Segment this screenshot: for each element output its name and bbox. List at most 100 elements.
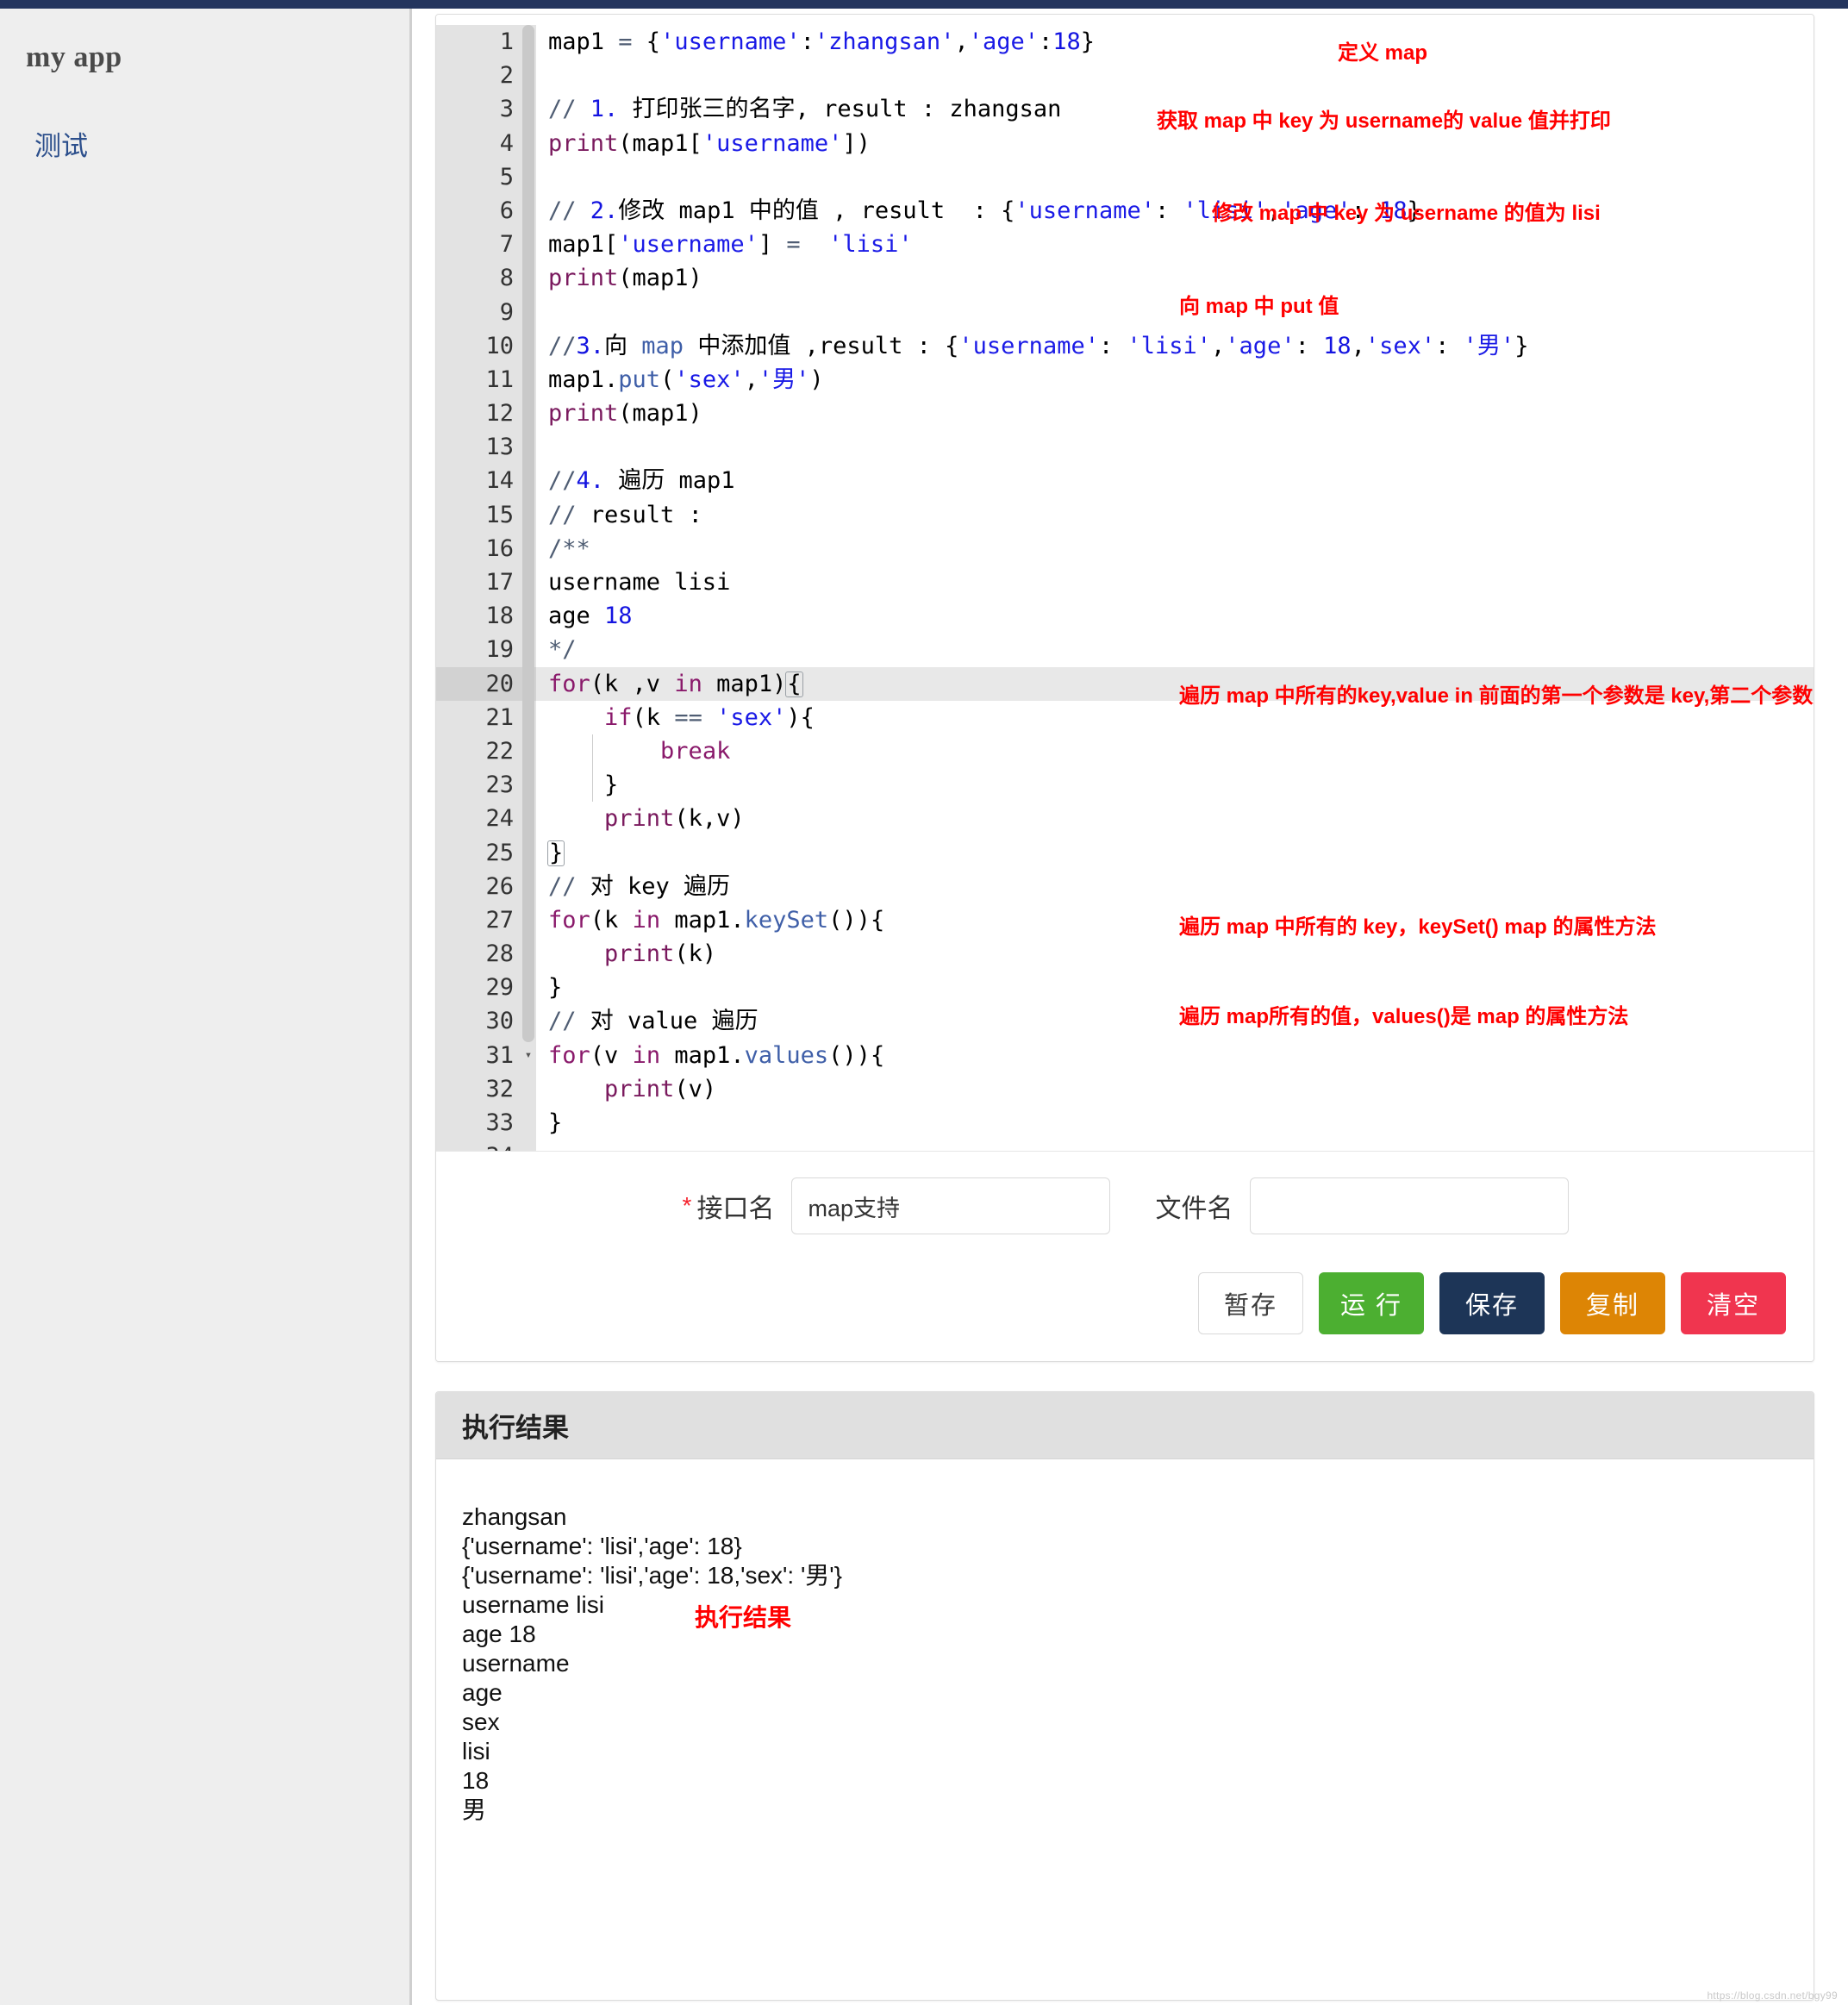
code-line[interactable]: 18 age 18 (436, 599, 1814, 634)
action-buttons: 暂存运 行保存 复制 清空 (1198, 1272, 1786, 1334)
line-number: 17 (436, 565, 521, 600)
run-button[interactable]: 运 行 (1319, 1272, 1424, 1334)
execution-result-card: 执行结果 zhangsan {'username': 'lisi','age':… (435, 1391, 1814, 2001)
code-text: } (548, 1109, 563, 1136)
line-number: 5 (436, 159, 521, 194)
code-line[interactable]: 17 username lisi (436, 565, 1814, 600)
code-line[interactable]: 26 // 对 key 遍历 (436, 869, 1814, 903)
code-line[interactable]: 16 /** (436, 531, 1814, 565)
line-number: 9 (436, 295, 521, 329)
file-name-label: 文件名 (1155, 1195, 1233, 1223)
code-text: for(k ,v in map1){ (548, 670, 803, 697)
code-line[interactable]: 20▾for(k ,v in map1){ (436, 666, 1814, 701)
line-number: 25 (436, 835, 521, 870)
code-line[interactable]: 33} (436, 1106, 1814, 1140)
save-button[interactable]: 保存 (1439, 1272, 1545, 1334)
line-number: 23 (436, 768, 521, 803)
code-editor-card: 1 map1 = {'username':'zhangsan','age':18}… (435, 14, 1814, 1362)
code-line[interactable]: 11 map1.put('sex','男') (436, 362, 1814, 397)
code-text: */ (548, 636, 577, 664)
sidebar-item-test[interactable]: 测试 (34, 124, 409, 163)
code-text: print(k,v) (604, 805, 745, 833)
indent-guide (592, 768, 593, 803)
line-number: 3 (436, 92, 521, 127)
form-field-row: * 接口名 文件名 (436, 1177, 1814, 1234)
code-text: for(v in map1.values()){ (548, 1041, 885, 1069)
line-number: 30 (436, 1004, 521, 1039)
line-number: 26 (436, 869, 521, 903)
top-accent-bar (0, 0, 1848, 9)
execution-result-output: zhangsan {'username': 'lisi','age': 18} … (462, 1503, 843, 1823)
api-name-input[interactable] (791, 1177, 1111, 1234)
code-text: for(k in map1.keySet()){ (548, 906, 885, 934)
clear-button[interactable]: 清空 (1681, 1272, 1786, 1334)
code-line[interactable]: 9 (436, 295, 1814, 329)
line-number: 20 (436, 666, 521, 701)
code-line[interactable]: 25} (436, 835, 1814, 870)
editor-scrollbar-thumb[interactable] (522, 25, 534, 1042)
line-number: 13 (436, 430, 521, 465)
line-number: 14 (436, 464, 521, 498)
code-text: if(k == 'sex'){ (604, 703, 815, 731)
code-text: //3.向 map 中添加值 ,result : {'username': 'l… (548, 332, 1529, 359)
code-text: // 对 key 遍历 (548, 872, 731, 900)
code-line[interactable]: 7 map1['username'] = 'lisi' (436, 228, 1814, 262)
code-text: // result : (548, 501, 702, 528)
line-number: 10 (436, 328, 521, 363)
code-line[interactable]: 8 print(map1) (436, 261, 1814, 296)
code-text: /** (548, 534, 590, 562)
code-text: // 对 value 遍历 (548, 1008, 759, 1035)
line-number: 22 (436, 734, 521, 769)
line-number: 15 (436, 497, 521, 532)
code-line[interactable]: 1 map1 = {'username':'zhangsan','age':18} (436, 25, 1814, 59)
code-text: print(map1['username']) (548, 129, 871, 157)
code-text: print(v) (604, 1075, 717, 1102)
code-line[interactable]: 14 //4. 遍历 map1 (436, 464, 1814, 498)
required-asterisk: * (682, 1192, 692, 1219)
line-number: 2 (436, 59, 521, 93)
default-button[interactable]: 暂存 (1198, 1272, 1303, 1334)
code-line[interactable]: 27▾for(k in map1.keySet()){ (436, 903, 1814, 938)
code-text: print(map1) (548, 400, 702, 428)
execution-result-title: 执行结果 (436, 1392, 1814, 1459)
line-number: 8 (436, 261, 521, 296)
code-line[interactable]: 6 // 2.修改 map1 中的值 , result : {'username'… (436, 193, 1814, 228)
code-line[interactable]: 22 break (436, 734, 1814, 769)
code-line[interactable]: 15▾// result : (436, 497, 1814, 532)
code-line[interactable]: 28 print(k) (436, 937, 1814, 971)
code-lines[interactable]: 1 map1 = {'username':'zhangsan','age':18}… (436, 15, 1814, 1152)
code-line[interactable]: 30 // 对 value 遍历 (436, 1004, 1814, 1039)
line-number: 24 (436, 802, 521, 836)
execution-result-annotation: 执行结果 (695, 1604, 792, 1631)
code-text: //4. 遍历 map1 (548, 467, 735, 495)
line-number: 7 (436, 228, 521, 262)
line-number: 18 (436, 599, 521, 634)
code-text: } (548, 974, 563, 1002)
code-editor[interactable]: 1 map1 = {'username':'zhangsan','age':18}… (436, 15, 1814, 1152)
code-line[interactable]: 23 } (436, 768, 1814, 803)
code-line[interactable]: 19 */ (436, 633, 1814, 667)
code-line[interactable]: 5 (436, 159, 1814, 194)
code-line[interactable]: 3 // 1. 打印张三的名字, result : zhangsan (436, 92, 1814, 127)
editor-scrollbar[interactable] (522, 25, 534, 1137)
code-line[interactable]: 4 print(map1['username']) (436, 126, 1814, 160)
app-title: my app (26, 41, 122, 73)
code-text: break (660, 737, 731, 765)
code-line[interactable]: 31 ▾ for(v in map1.values()){ (436, 1038, 1814, 1072)
file-name-input[interactable] (1250, 1177, 1570, 1234)
copy-button[interactable]: 复制 (1560, 1272, 1665, 1334)
code-line[interactable]: 21▾ if(k == 'sex'){ (436, 700, 1814, 734)
code-line[interactable]: 2 (436, 59, 1814, 93)
code-text: map1 = {'username':'zhangsan','age':18} (548, 28, 1096, 55)
code-line[interactable]: 29} (436, 971, 1814, 1005)
code-line[interactable]: 24 print(k,v) (436, 802, 1814, 836)
main-content: 1 map1 = {'username':'zhangsan','age':18}… (415, 9, 1848, 2005)
editor-form: * 接口名 文件名 暂存运 行保存复制清空 (436, 1151, 1814, 1361)
code-line[interactable]: 10 //3.向 map 中添加值 ,result : {'username': … (436, 328, 1814, 363)
line-number: 21 (436, 700, 521, 734)
code-line[interactable]: 12 print(map1) (436, 397, 1814, 431)
code-line[interactable]: 32 print(v) (436, 1071, 1814, 1106)
code-line[interactable]: 13 (436, 430, 1814, 465)
code-text: // 1. 打印张三的名字, result : zhangsan (548, 96, 1062, 123)
line-number: 27 (436, 903, 521, 938)
